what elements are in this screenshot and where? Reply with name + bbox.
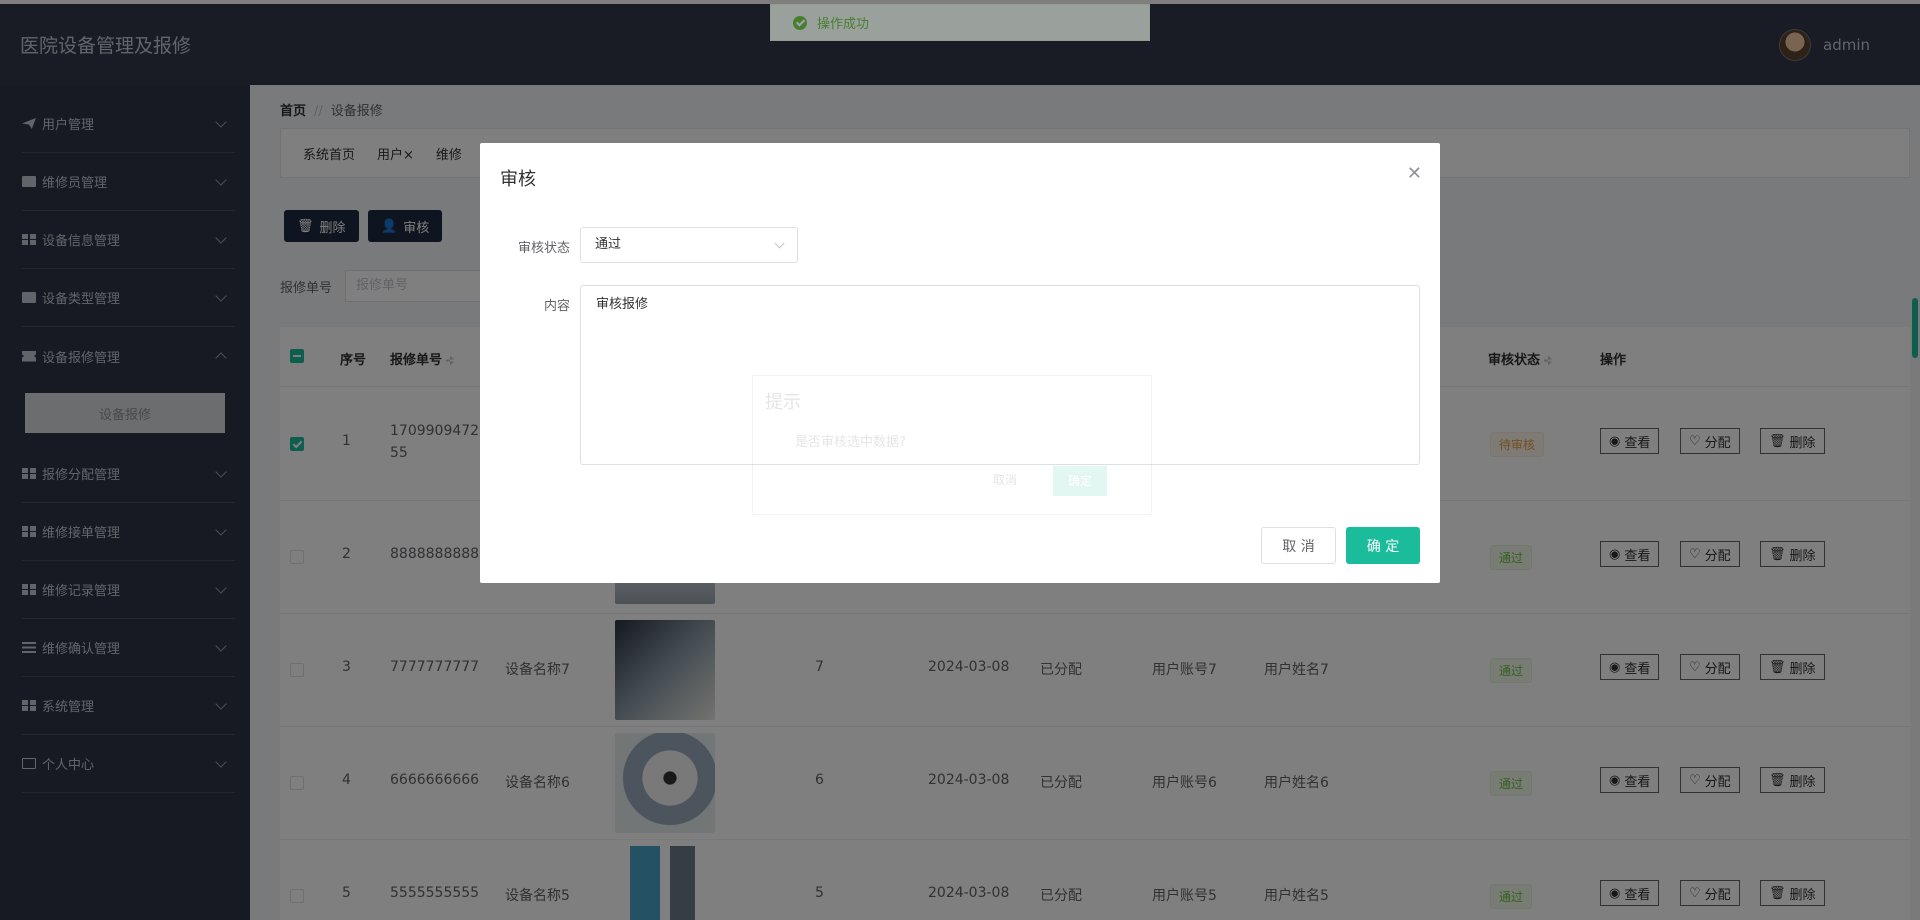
ghost-title: 提示 <box>765 392 801 413</box>
close-icon[interactable]: ✕ <box>1407 163 1422 184</box>
ghost-confirm-box: 提示 是否审核选中数据? 取消 确定 <box>752 375 1152 515</box>
ghost-ok: 确定 <box>1053 466 1107 496</box>
chevron-down-icon <box>774 238 785 249</box>
audit-dialog: 审核 ✕ 审核状态 通过 内容 审核报修 提示 是否审核选中数据? 取消 确定 … <box>480 143 1440 583</box>
success-toast: 操作成功 <box>770 4 1150 41</box>
status-select[interactable]: 通过 <box>580 227 798 263</box>
confirm-button[interactable]: 确 定 <box>1346 527 1420 564</box>
content-label: 内容 <box>543 299 570 314</box>
dialog-title: 审核 <box>500 169 536 190</box>
status-select-value: 通过 <box>595 237 622 252</box>
ghost-cancel: 取消 <box>993 473 1018 487</box>
check-circle-icon <box>793 15 807 30</box>
ghost-message: 是否审核选中数据? <box>795 435 906 450</box>
toast-message: 操作成功 <box>817 17 870 32</box>
status-label: 审核状态 <box>517 241 570 256</box>
cancel-button[interactable]: 取 消 <box>1261 527 1336 564</box>
